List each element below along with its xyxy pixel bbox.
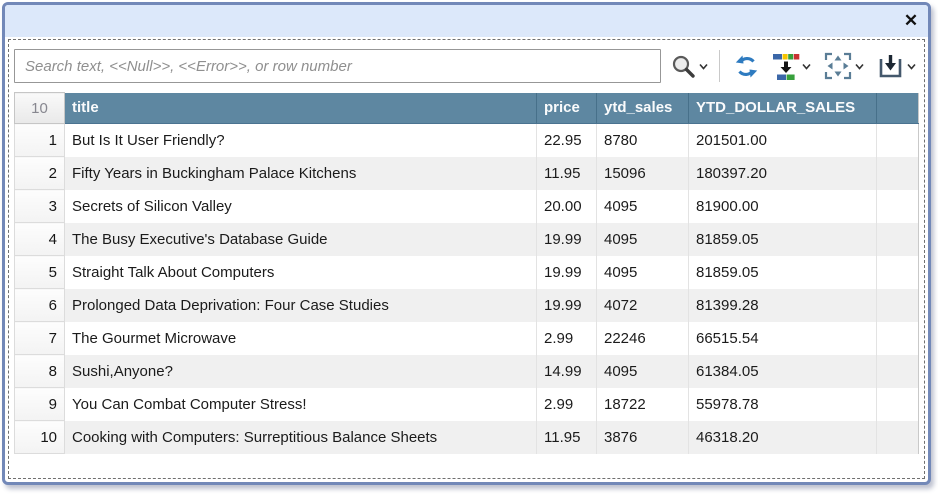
cell-ytd-dollar-sales: 201501.00 <box>689 124 877 157</box>
table-row[interactable]: 5 Straight Talk About Computers 19.99 40… <box>15 256 919 289</box>
search-options-button[interactable] <box>667 51 711 82</box>
cell-price: 14.99 <box>537 355 597 388</box>
cell-title: But Is It User Friendly? <box>65 124 537 157</box>
row-number: 1 <box>15 124 65 157</box>
title-bar: ✕ <box>5 5 928 37</box>
cell-filler <box>877 190 919 223</box>
table-row[interactable]: 9 You Can Combat Computer Stress! 2.99 1… <box>15 388 919 421</box>
cell-price: 11.95 <box>537 157 597 190</box>
cell-ytd-dollar-sales: 81399.28 <box>689 289 877 322</box>
row-number: 4 <box>15 223 65 256</box>
column-header-ytd-dollar-sales[interactable]: YTD_DOLLAR_SALES <box>689 93 877 124</box>
cell-ytd-dollar-sales: 81900.00 <box>689 190 877 223</box>
row-number: 6 <box>15 289 65 322</box>
cell-ytd-dollar-sales: 81859.05 <box>689 256 877 289</box>
cell-title: Prolonged Data Deprivation: Four Case St… <box>65 289 537 322</box>
cell-ytd-dollar-sales: 180397.20 <box>689 157 877 190</box>
cell-title: Sushi,Anyone? <box>65 355 537 388</box>
column-header-filler <box>877 93 919 124</box>
table-row[interactable]: 3 Secrets of Silicon Valley 20.00 4095 8… <box>15 190 919 223</box>
cell-price: 20.00 <box>537 190 597 223</box>
close-button[interactable]: ✕ <box>894 7 928 35</box>
table-row[interactable]: 1 But Is It User Friendly? 22.95 8780 20… <box>15 124 919 157</box>
columns-format-icon <box>772 52 800 80</box>
content-area: 10 title price ytd_sales YTD_DOLLAR_SALE… <box>8 39 925 479</box>
cell-price: 19.99 <box>537 256 597 289</box>
cell-ytd-dollar-sales: 55978.78 <box>689 388 877 421</box>
cell-filler <box>877 421 919 454</box>
cell-filler <box>877 322 919 355</box>
cell-ytd-sales: 4072 <box>597 289 689 322</box>
cell-price: 19.99 <box>537 223 597 256</box>
cell-filler <box>877 124 919 157</box>
cell-filler <box>877 355 919 388</box>
search-input[interactable] <box>14 49 661 83</box>
toolbar <box>14 45 919 87</box>
cell-price: 2.99 <box>537 388 597 421</box>
cell-ytd-dollar-sales: 81859.05 <box>689 223 877 256</box>
cell-ytd-sales: 15096 <box>597 157 689 190</box>
cell-filler <box>877 223 919 256</box>
row-number: 2 <box>15 157 65 190</box>
row-number: 8 <box>15 355 65 388</box>
table-row[interactable]: 8 Sushi,Anyone? 14.99 4095 61384.05 <box>15 355 919 388</box>
cell-ytd-sales: 18722 <box>597 388 689 421</box>
header-row: 10 title price ytd_sales YTD_DOLLAR_SALE… <box>15 93 919 124</box>
cell-title: The Busy Executive's Database Guide <box>65 223 537 256</box>
cell-ytd-dollar-sales: 66515.54 <box>689 322 877 355</box>
cell-ytd-sales: 4095 <box>597 223 689 256</box>
row-number: 7 <box>15 322 65 355</box>
cell-title: Secrets of Silicon Valley <box>65 190 537 223</box>
column-format-button[interactable] <box>769 50 814 82</box>
row-number: 5 <box>15 256 65 289</box>
cell-title: Fifty Years in Buckingham Palace Kitchen… <box>65 157 537 190</box>
chevron-down-icon <box>802 63 811 70</box>
cell-title: Cooking with Computers: Surreptitious Ba… <box>65 421 537 454</box>
table-row[interactable]: 4 The Busy Executive's Database Guide 19… <box>15 223 919 256</box>
chevron-down-icon <box>907 63 916 70</box>
cell-ytd-sales: 3876 <box>597 421 689 454</box>
row-count-badge[interactable]: 10 <box>15 93 65 124</box>
cell-filler <box>877 157 919 190</box>
cell-ytd-sales: 8780 <box>597 124 689 157</box>
refresh-button[interactable] <box>730 51 763 82</box>
column-header-ytd-sales[interactable]: ytd_sales <box>597 93 689 124</box>
fit-to-window-icon <box>823 51 853 81</box>
row-number: 3 <box>15 190 65 223</box>
results-window: ✕ <box>2 2 931 485</box>
table-row[interactable]: 7 The Gourmet Microwave 2.99 22246 66515… <box>15 322 919 355</box>
chevron-down-icon <box>699 63 708 70</box>
table-row[interactable]: 2 Fifty Years in Buckingham Palace Kitch… <box>15 157 919 190</box>
row-number: 9 <box>15 388 65 421</box>
cell-price: 2.99 <box>537 322 597 355</box>
row-number: 10 <box>15 421 65 454</box>
cell-title: You Can Combat Computer Stress! <box>65 388 537 421</box>
cell-title: Straight Talk About Computers <box>65 256 537 289</box>
cell-title: The Gourmet Microwave <box>65 322 537 355</box>
table-row[interactable]: 6 Prolonged Data Deprivation: Four Case … <box>15 289 919 322</box>
cell-filler <box>877 388 919 421</box>
toolbar-separator <box>719 50 720 82</box>
cell-ytd-dollar-sales: 46318.20 <box>689 421 877 454</box>
cell-ytd-sales: 4095 <box>597 190 689 223</box>
cell-ytd-sales: 22246 <box>597 322 689 355</box>
table-row[interactable]: 10 Cooking with Computers: Surreptitious… <box>15 421 919 454</box>
results-grid: 10 title price ytd_sales YTD_DOLLAR_SALE… <box>14 92 919 454</box>
cell-filler <box>877 289 919 322</box>
cell-ytd-sales: 4095 <box>597 355 689 388</box>
cell-price: 22.95 <box>537 124 597 157</box>
magnifier-icon <box>670 53 697 80</box>
export-icon <box>876 52 905 81</box>
fit-to-window-button[interactable] <box>820 49 867 83</box>
cell-ytd-sales: 4095 <box>597 256 689 289</box>
cell-price: 11.95 <box>537 421 597 454</box>
cell-ytd-dollar-sales: 61384.05 <box>689 355 877 388</box>
chevron-down-icon <box>855 63 864 70</box>
column-header-title[interactable]: title <box>65 93 537 124</box>
export-button[interactable] <box>873 50 919 83</box>
cell-price: 19.99 <box>537 289 597 322</box>
cell-filler <box>877 256 919 289</box>
refresh-icon <box>733 53 760 80</box>
column-header-price[interactable]: price <box>537 93 597 124</box>
